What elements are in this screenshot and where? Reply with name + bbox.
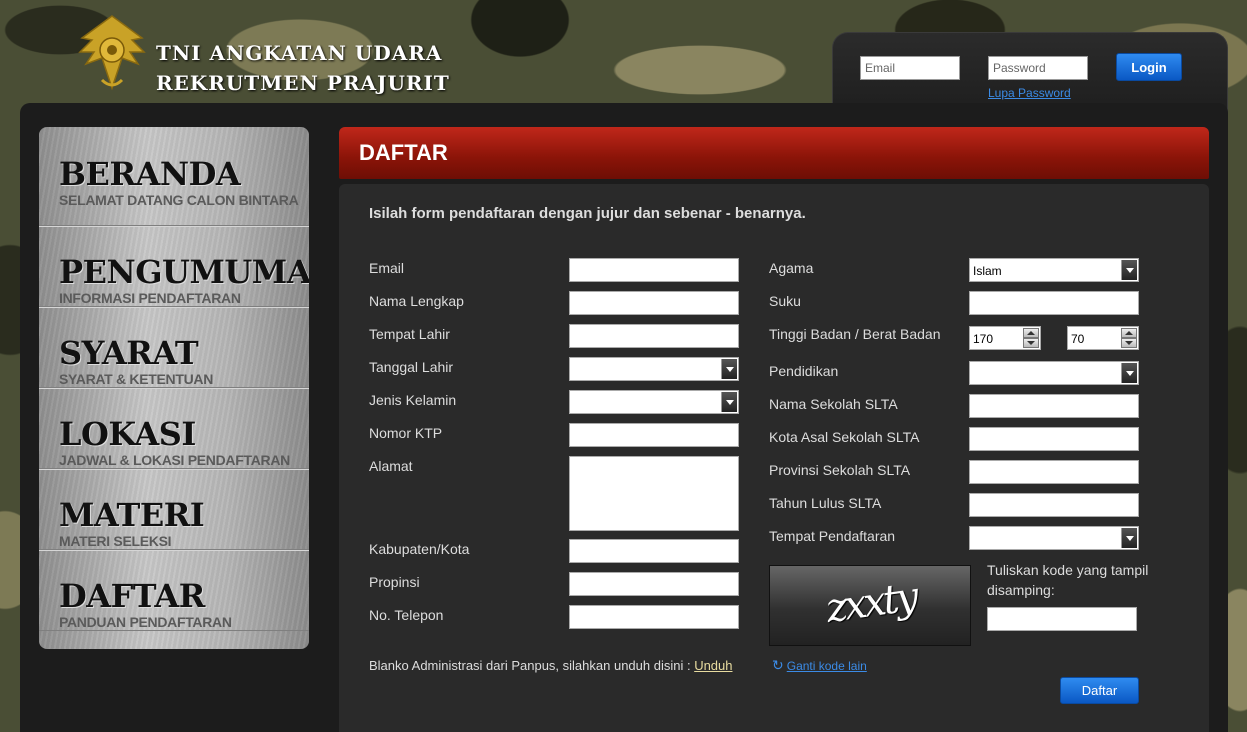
captcha-input[interactable] [987, 607, 1137, 631]
refresh-captcha[interactable]: ↻ Ganti kode lain [772, 657, 867, 674]
nama-lengkap-field[interactable] [569, 291, 739, 315]
stepper-down-icon[interactable] [1023, 338, 1039, 348]
brand-line-2: REKRUTMEN PRAJURIT [156, 71, 450, 95]
jenis-kelamin-select[interactable] [569, 390, 739, 414]
stepper-up-icon[interactable] [1121, 328, 1137, 338]
nav-subtitle: PANDUAN PENDAFTARAN [59, 614, 232, 630]
nav-title: BERANDA [59, 155, 241, 193]
nav-title: PENGUMUMAN [59, 253, 309, 291]
label-nama: Nama Lengkap [369, 293, 464, 309]
sidebar-item-materi[interactable]: MATERI MATERI SELEKSI [39, 469, 309, 550]
stepper-buttons [1023, 328, 1039, 348]
nav-title: MATERI [59, 496, 205, 534]
alamat-textarea[interactable] [569, 456, 739, 531]
tinggi-badan-stepper[interactable]: 170 [969, 326, 1041, 350]
label-suku: Suku [769, 293, 801, 309]
label-propinsi: Propinsi [369, 574, 420, 590]
login-email-input[interactable] [860, 56, 960, 80]
kota-sekolah-field[interactable] [969, 427, 1139, 451]
agama-select[interactable]: Islam [969, 258, 1139, 282]
label-tinggi-berat: Tinggi Badan / Berat Badan [769, 326, 941, 342]
email-field[interactable] [569, 258, 739, 282]
nomor-ktp-field[interactable] [569, 423, 739, 447]
kabupaten-field[interactable] [569, 539, 739, 563]
pendidikan-select[interactable] [969, 361, 1139, 385]
brand-title: TNI ANGKATAN UDARA REKRUTMEN PRAJURIT [156, 38, 450, 98]
label-jenis-kelamin: Jenis Kelamin [369, 392, 457, 408]
sidebar-item-pengumuman[interactable]: PENGUMUMAN INFORMASI PENDAFTARAN [39, 226, 309, 307]
agama-value: Islam [973, 264, 1002, 278]
label-email: Email [369, 260, 405, 276]
captcha-text: zxxty [823, 573, 919, 633]
chevron-down-icon [721, 392, 737, 412]
tempat-pendaftaran-select[interactable] [969, 526, 1139, 550]
label-tempat-lahir: Tempat Lahir [369, 326, 450, 342]
label-kabupaten: Kabupaten/Kota [369, 541, 470, 557]
chevron-down-icon [1121, 363, 1137, 383]
label-sekolah: Nama Sekolah SLTA [769, 396, 898, 412]
captcha-label: Tuliskan kode yang tampil disamping: [987, 562, 1149, 598]
label-pendidikan: Pendidikan [769, 363, 839, 379]
nav-title: LOKASI [59, 415, 196, 453]
refresh-icon[interactable]: ↻ [772, 657, 784, 673]
berat-badan-stepper[interactable]: 70 [1067, 326, 1139, 350]
nav-title: SYARAT [59, 334, 199, 372]
tahun-lulus-field[interactable] [969, 493, 1139, 517]
login-button[interactable]: Login [1116, 53, 1182, 81]
brand-line-1: TNI ANGKATAN UDARA [156, 41, 443, 65]
chevron-down-icon [721, 359, 737, 379]
label-tanggal-lahir: Tanggal Lahir [369, 359, 454, 375]
blanko-note: Blanko Administrasi dari Panpus, silahka… [369, 658, 733, 673]
form-intro: Isilah form pendaftaran dengan jujur dan… [369, 205, 806, 222]
daftar-submit-button[interactable]: Daftar [1060, 677, 1139, 704]
tempat-lahir-field[interactable] [569, 324, 739, 348]
berat-value: 70 [1071, 332, 1085, 346]
tanggal-lahir-select[interactable] [569, 357, 739, 381]
nav-title: DAFTAR [59, 577, 205, 615]
chevron-down-icon [1121, 260, 1137, 280]
label-tahun-lulus: Tahun Lulus SLTA [769, 495, 882, 511]
label-telepon: No. Telepon [369, 607, 444, 623]
unduh-link[interactable]: Unduh [694, 658, 732, 673]
nav-subtitle: INFORMASI PENDAFTARAN [59, 290, 241, 306]
refresh-captcha-link[interactable]: Ganti kode lain [787, 659, 867, 673]
sidebar-nav: BERANDA SELAMAT DATANG CALON BINTARA PEN… [39, 127, 309, 649]
nav-subtitle: MATERI SELEKSI [59, 533, 172, 549]
page-title-bar: DAFTAR [339, 127, 1209, 179]
sidebar-item-daftar[interactable]: DAFTAR PANDUAN PENDAFTARAN [39, 550, 309, 631]
blanko-text: Blanko Administrasi dari Panpus, silahka… [369, 658, 695, 673]
label-kota-sekolah: Kota Asal Sekolah SLTA [769, 429, 920, 445]
nav-subtitle: SYARAT & KETENTUAN [59, 371, 214, 387]
air-force-emblem-icon [72, 8, 152, 96]
sidebar-item-syarat[interactable]: SYARAT SYARAT & KETENTUAN [39, 307, 309, 388]
nama-sekolah-field[interactable] [969, 394, 1139, 418]
sidebar-item-lokasi[interactable]: LOKASI JADWAL & LOKASI PENDAFTARAN [39, 388, 309, 469]
label-agama: Agama [769, 260, 814, 276]
chevron-down-icon [1121, 528, 1137, 548]
nav-subtitle: SELAMAT DATANG CALON BINTARA [59, 192, 299, 208]
nav-subtitle: JADWAL & LOKASI PENDAFTARAN [59, 452, 290, 468]
captcha-image: zxxty [769, 565, 971, 646]
sidebar-item-beranda[interactable]: BERANDA SELAMAT DATANG CALON BINTARA [39, 127, 309, 226]
stepper-buttons [1121, 328, 1137, 348]
suku-field[interactable] [969, 291, 1139, 315]
label-alamat: Alamat [369, 458, 413, 474]
telepon-field[interactable] [569, 605, 739, 629]
label-ktp: Nomor KTP [369, 425, 443, 441]
propinsi-field[interactable] [569, 572, 739, 596]
stepper-down-icon[interactable] [1121, 338, 1137, 348]
tinggi-value: 170 [973, 332, 994, 346]
page-title: DAFTAR [359, 140, 448, 165]
stepper-up-icon[interactable] [1023, 328, 1039, 338]
label-provinsi-sekolah: Provinsi Sekolah SLTA [769, 462, 911, 478]
provinsi-sekolah-field[interactable] [969, 460, 1139, 484]
forgot-password-link[interactable]: Lupa Password [988, 86, 1071, 100]
label-tempat-pendaftaran: Tempat Pendaftaran [769, 528, 896, 544]
login-password-input[interactable] [988, 56, 1088, 80]
